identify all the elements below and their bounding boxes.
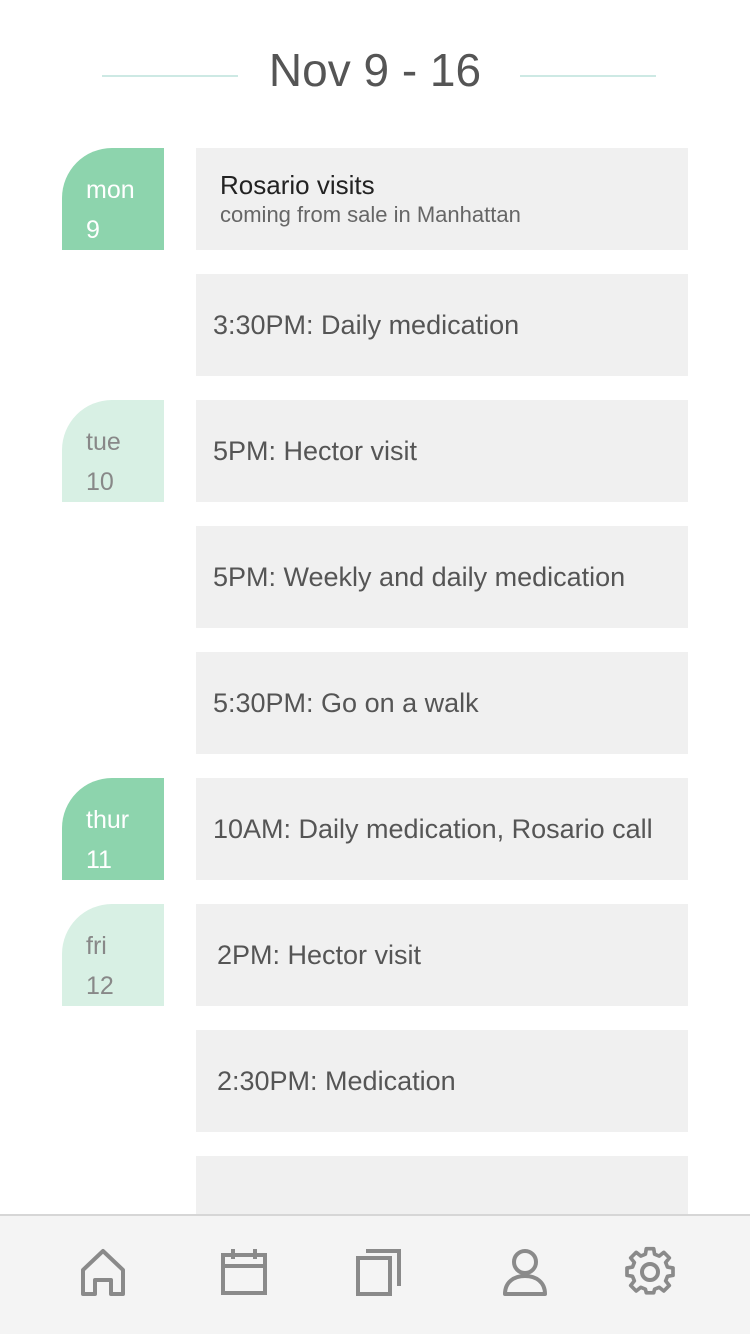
event-subtitle: coming from sale in Manhattan — [220, 202, 521, 227]
header: Nov 9 - 16 — [0, 0, 750, 140]
event-card[interactable]: 5PM: Hector visit — [196, 400, 688, 502]
day-weekday: thur — [86, 806, 130, 834]
day-weekday: mon — [86, 176, 135, 204]
event-card[interactable]: 5:30PM: Go on a walk — [196, 652, 688, 754]
documents-icon[interactable] — [354, 1246, 404, 1298]
day-tab-thur[interactable]: thur 11 — [62, 778, 164, 880]
home-icon[interactable] — [78, 1246, 128, 1298]
event-text: 5PM: Weekly and daily medication — [213, 561, 626, 592]
day-date: 10 — [86, 468, 114, 496]
event-text: 5PM: Hector visit — [213, 435, 418, 466]
day-date: 12 — [86, 972, 114, 1000]
event-text: 3:30PM: Daily medication — [213, 309, 520, 340]
day-tab-mon[interactable]: mon 9 — [62, 148, 164, 250]
event-text: 5:30PM: Go on a walk — [213, 687, 479, 718]
event-card[interactable]: Rosario visits coming from sale in Manha… — [196, 148, 688, 250]
event-card[interactable]: 5PM: Weekly and daily medication — [196, 526, 688, 628]
header-divider-right — [520, 75, 656, 77]
day-weekday: fri — [86, 932, 107, 960]
event-card[interactable]: 2PM: Hector visit — [196, 904, 688, 1006]
event-title: Rosario visits — [220, 170, 375, 200]
day-date: 9 — [86, 216, 100, 244]
day-tab-fri[interactable]: fri 12 — [62, 904, 164, 1006]
day-date: 11 — [86, 846, 112, 874]
settings-icon[interactable] — [625, 1246, 675, 1298]
profile-icon[interactable] — [500, 1246, 550, 1298]
event-text: 2:30PM: Medication — [217, 1065, 456, 1096]
event-card[interactable]: 10AM: Daily medication, Rosario call — [196, 778, 688, 880]
page-title: Nov 9 - 16 — [268, 44, 482, 96]
calendar-icon[interactable] — [219, 1246, 269, 1298]
event-card[interactable]: 3:30PM: Daily medication — [196, 274, 688, 376]
tab-bar — [0, 1214, 750, 1334]
event-text: 2PM: Hector visit — [217, 939, 422, 970]
event-text: 10AM: Daily medication, Rosario call — [213, 813, 653, 844]
day-tab-tue[interactable]: tue 10 — [62, 400, 164, 502]
event-card[interactable]: 2:30PM: Medication — [196, 1030, 688, 1132]
event-card[interactable] — [196, 1156, 688, 1216]
day-weekday: tue — [86, 428, 121, 456]
